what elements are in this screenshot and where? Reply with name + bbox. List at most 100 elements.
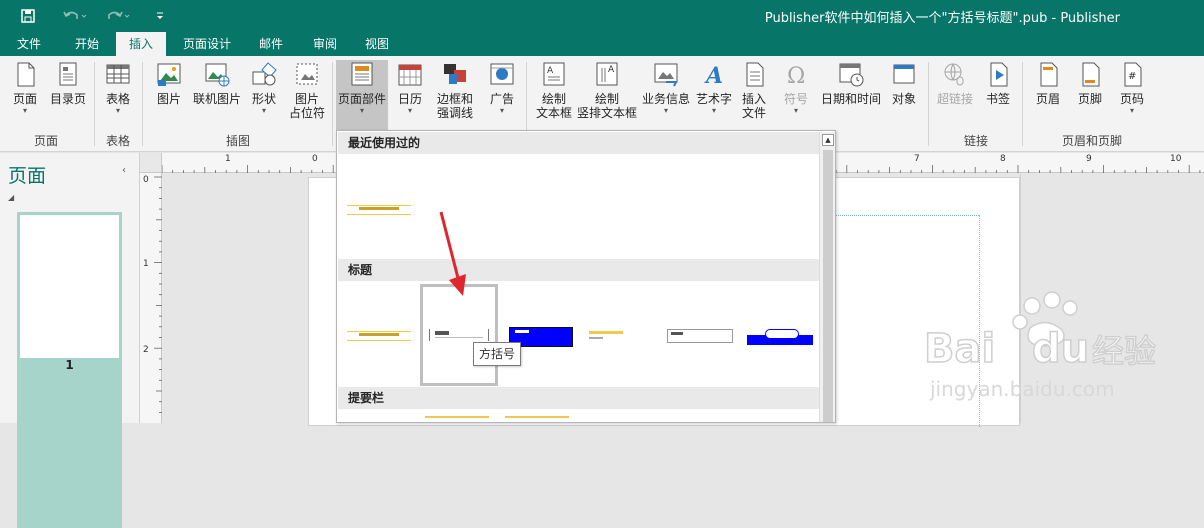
gallery-item-sidebar-2[interactable] [505,416,569,422]
datetime-icon [839,63,864,87]
catalog-page-button[interactable]: 目录页 [46,60,90,130]
chevron-down-icon: ▾ [261,106,266,115]
wordart-icon: A [704,63,723,88]
picture-placeholder-button[interactable]: 图片 占位符 [286,60,328,130]
header-button[interactable]: 页眉 [1030,60,1066,130]
picture-placeholder-icon [296,63,318,85]
ads-icon [490,63,514,85]
picture-icon [157,63,181,86]
calendar-icon [398,64,422,86]
chevron-down-icon: ▾ [1129,106,1134,115]
insert-file-button[interactable]: 插入 文件 [736,60,772,130]
footer-button[interactable]: 页脚 [1072,60,1108,130]
gallery-scrollbar[interactable]: ▲ [819,132,835,422]
customize-icon[interactable] [150,6,170,26]
redo-icon[interactable] [104,6,134,26]
ruler-label: 1 [143,259,149,269]
header-icon [1040,62,1058,87]
chevron-down-icon: ▾ [711,106,716,115]
bookmark-button[interactable]: 书签 [980,60,1016,130]
online-picture-button[interactable]: 联机图片 [190,60,244,130]
catalog-page-icon [59,62,77,86]
hyperlink-button[interactable]: 超链接 [934,60,976,130]
gallery-item-sidebar-1[interactable] [425,416,489,422]
picture-button[interactable]: 图片 [150,60,188,130]
datetime-button[interactable]: 日期和时间 [818,60,884,130]
tab-page-design[interactable]: 页面设计 [174,32,240,56]
tooltip: 方括号 [473,342,521,366]
group-label-tables: 表格 [105,134,130,148]
group-separator [142,62,143,146]
chevron-down-icon: ▾ [22,106,27,115]
gallery-item-heading-4[interactable] [585,289,657,379]
gallery-item-bracket-heading[interactable] [420,284,498,386]
chevron-down-icon: ▾ [793,106,798,115]
page-thumbnail-image [20,215,119,358]
page-parts-icon [351,62,373,86]
svg-text:A: A [704,63,723,88]
group-separator [1022,62,1023,146]
tab-mailings[interactable]: 邮件 [248,32,294,56]
gallery-item-recent-heading[interactable] [345,161,417,251]
svg-text:Bai: Bai [924,326,995,372]
gallery-item-heading-1[interactable] [345,289,417,379]
group-label-illustrations: 插图 [225,134,250,148]
svg-text:jingyan.baidu.com: jingyan.baidu.com [929,377,1115,401]
tab-home[interactable]: 开始 [62,32,112,56]
draw-vertical-textbox-button[interactable]: A 绘制 竖排文本框 [576,60,638,130]
svg-text:Ω: Ω [787,64,805,88]
calendar-button[interactable]: 日历 ▾ [392,60,428,130]
group-label-header-footer: 页眉和页脚 [1061,134,1122,148]
vertical-ruler-ticks [154,176,162,413]
scroll-up-icon[interactable]: ▲ [822,134,834,146]
window-title: Publisher软件中如何插入一个"方括号标题".pub - Publishe… [764,11,1120,26]
gallery-section-headings: 标题 [338,259,819,281]
business-info-button[interactable]: 业务信息 ▾ [640,60,692,130]
undo-icon[interactable] [60,6,90,26]
bookmark-icon [990,62,1008,87]
pages-pane: 页面 ‹ ◢ 1 [0,153,140,528]
borders-accents-button[interactable]: 边框和 强调线 [430,60,480,130]
gallery-item-heading-5[interactable] [665,289,737,379]
save-icon[interactable] [18,6,38,26]
footer-icon [1082,62,1100,87]
shapes-button[interactable]: 形状 ▾ [246,60,282,130]
page-parts-button[interactable]: 页面部件 ▾ [336,60,388,130]
title-bar: Publisher软件中如何插入一个"方括号标题".pub - Publishe… [0,0,1204,32]
tab-file[interactable]: 文件 [6,32,52,56]
group-label-links: 链接 [963,134,988,148]
expand-triangle-icon[interactable]: ◢ [8,193,14,202]
page-icon [17,62,35,87]
page-parts-gallery: 最近使用过的 标题 提要栏 ▲ [336,130,836,423]
ribbon-tabs: 文件 开始 插入 页面设计 邮件 审阅 视图 [0,32,1204,56]
chevron-down-icon: ▾ [499,106,504,115]
tab-view[interactable]: 视图 [354,32,400,56]
tab-review[interactable]: 审阅 [302,32,348,56]
collapse-pane-icon[interactable]: ‹ [122,165,126,176]
scrollbar-thumb[interactable] [823,150,833,422]
draw-textbox-button[interactable]: A 绘制 文本框 [532,60,576,130]
tab-insert[interactable]: 插入 [116,32,166,56]
table-button[interactable]: 表格 ▾ [100,60,136,130]
table-icon [106,64,130,84]
wordart-button[interactable]: A 艺术字 ▾ [694,60,734,130]
gallery-item-heading-6[interactable] [745,289,817,379]
ads-button[interactable]: 广告 ▾ [484,60,520,130]
ruler-label: 0 [143,175,149,185]
vertical-ruler[interactable]: 0 1 2 [140,173,162,423]
svg-text:经验: 经验 [1092,332,1156,370]
group-separator [94,62,95,146]
chevron-down-icon: ▾ [359,106,364,115]
chevron-down-icon: ▾ [407,106,412,115]
omega-icon: Ω [787,64,805,88]
ruler-label: 10 [1170,154,1182,164]
gallery-section-sidebars: 提要栏 [338,387,819,409]
page-button[interactable]: 页面 ▾ [6,60,44,130]
object-button[interactable]: 对象 [886,60,922,130]
symbol-button[interactable]: Ω 符号 ▾ [776,60,816,130]
page-number-button[interactable]: # 页码 ▾ [1114,60,1150,130]
group-label-pages: 页面 [33,134,58,148]
page-thumbnail[interactable]: 1 [17,212,122,528]
svg-text:A: A [608,65,615,75]
online-picture-icon [205,63,230,87]
